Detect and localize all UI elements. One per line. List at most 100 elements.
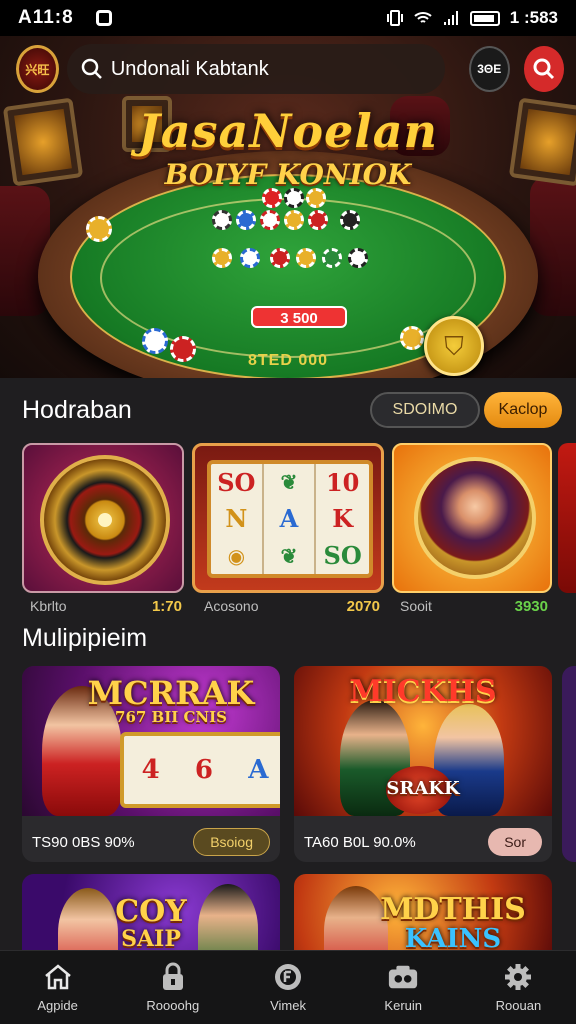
status-indicators: 1 :583 bbox=[386, 8, 558, 28]
card-value: 2070 bbox=[346, 598, 380, 615]
section-title-popular: Hodraban bbox=[22, 396, 132, 424]
chip-icon bbox=[236, 210, 256, 230]
card-meta: Acosono 2070 bbox=[204, 598, 380, 615]
game-card-slots[interactable]: SO ❦ 10 N A K ◉ ❦ SO bbox=[192, 443, 384, 593]
status-time: A11:8 bbox=[18, 7, 74, 28]
slot-reels: 46A bbox=[120, 732, 280, 808]
multiplayer-card[interactable]: MICKHS SRAKK TA60 B0L 90.0% Sor bbox=[294, 666, 552, 862]
card-title: MICKHS bbox=[349, 674, 497, 709]
slot-symbol: 10 bbox=[325, 467, 360, 497]
chip-icon bbox=[348, 248, 368, 268]
search-button[interactable] bbox=[523, 46, 564, 92]
slot-symbol: SO bbox=[211, 464, 264, 501]
app-screen: A11:8 1 :583 JasaNoelan BOIYF KONIOK 3 5… bbox=[0, 0, 576, 1024]
search-icon bbox=[533, 58, 554, 80]
game-card-fortune[interactable] bbox=[392, 443, 552, 593]
chip-icon bbox=[284, 188, 304, 208]
card-value: 1:70 bbox=[151, 598, 182, 615]
game-card-roulette[interactable] bbox=[22, 443, 184, 593]
notification-icon bbox=[95, 10, 112, 26]
card-meta: Kbrlto 1:70 bbox=[30, 598, 182, 615]
play-button[interactable]: Bsoiog bbox=[193, 828, 270, 856]
chip-icon bbox=[340, 210, 360, 230]
chip-icon bbox=[142, 328, 168, 354]
card-name: Acosono bbox=[204, 598, 259, 614]
game-card-partial[interactable] bbox=[558, 443, 576, 593]
top-bar: 兴旺 3ΘE bbox=[16, 42, 564, 96]
chip-icon bbox=[400, 326, 424, 350]
slot-symbol: ◉ bbox=[211, 537, 264, 574]
card-value: 3930 bbox=[514, 598, 548, 615]
poker-chip-icon bbox=[272, 962, 304, 992]
play-button[interactable]: Sor bbox=[488, 828, 542, 856]
battery-icon bbox=[469, 10, 500, 26]
card-subtitle: SRAKK bbox=[386, 778, 460, 799]
pot-label: 8TED 000 bbox=[247, 352, 329, 369]
nav-item-settings[interactable]: Roouan bbox=[461, 951, 576, 1024]
character-portrait bbox=[414, 457, 536, 579]
chip-icon bbox=[260, 210, 280, 230]
nav-label: Agpide bbox=[37, 998, 78, 1013]
card-title: MDTHIS bbox=[380, 892, 526, 927]
badge-button[interactable]: 3ΘE bbox=[468, 46, 510, 92]
chip-icon bbox=[322, 248, 342, 268]
chip-icon bbox=[308, 210, 328, 230]
bottom-nav: Agpide Roooohg Vimek Keruin Roouan bbox=[0, 950, 576, 1024]
slot-symbol: K bbox=[332, 504, 354, 534]
card-footer: TS90 0BS 90% Bsoiog bbox=[22, 822, 280, 862]
nav-item-chip[interactable]: Vimek bbox=[230, 951, 345, 1024]
search-input[interactable] bbox=[110, 57, 431, 81]
chip-icon bbox=[212, 248, 232, 268]
filter-pill[interactable]: SDOIMO bbox=[370, 392, 480, 428]
nav-item-wallet[interactable]: Keruin bbox=[346, 951, 461, 1024]
card-artwork: 46A MCRRAK 767 BII CNIS bbox=[22, 666, 280, 816]
card-subtitle: SAIP bbox=[121, 926, 181, 952]
shield-coin-icon[interactable] bbox=[424, 316, 484, 376]
search-bar[interactable] bbox=[66, 44, 445, 94]
status-clock: 1 :583 bbox=[509, 8, 558, 27]
home-icon bbox=[42, 962, 74, 992]
roulette-wheel-icon bbox=[40, 455, 170, 585]
filter-pills: SDOIMO Kaclop bbox=[370, 392, 562, 428]
nav-label: Vimek bbox=[270, 998, 306, 1013]
section-title-multiplayer: Mulipipieim bbox=[22, 624, 148, 652]
card-name: Kbrlto bbox=[30, 598, 67, 614]
chip-icon bbox=[284, 210, 304, 230]
card-meta: Sooit 3930 bbox=[400, 598, 548, 615]
chip-icon bbox=[240, 248, 260, 268]
nav-label: Roouan bbox=[495, 998, 542, 1013]
hero-title: JasaNoelan bbox=[138, 104, 438, 158]
chip-icon bbox=[86, 216, 112, 242]
card-odds: TA60 B0L 90.0% bbox=[304, 833, 416, 851]
chip-icon bbox=[212, 210, 232, 230]
nav-label: Keruin bbox=[384, 998, 422, 1013]
card-artwork: MICKHS SRAKK bbox=[294, 666, 552, 816]
slot-reels: SO ❦ 10 N A K ◉ ❦ SO bbox=[207, 460, 373, 578]
nav-item-home[interactable]: Agpide bbox=[0, 951, 115, 1024]
logo-text: 兴旺 bbox=[25, 62, 50, 77]
chip-icon bbox=[296, 248, 316, 268]
wallet-icon bbox=[387, 962, 419, 992]
card-footer: TA60 B0L 90.0% Sor bbox=[294, 822, 552, 862]
card-subtitle: 767 BII CNIS bbox=[115, 708, 227, 726]
app-logo[interactable]: 兴旺 bbox=[16, 45, 59, 93]
hero-subtitle: BOIYF KONIOK bbox=[164, 158, 412, 191]
slot-symbol: N bbox=[211, 500, 264, 538]
chip-icon bbox=[262, 188, 282, 208]
bet-label: 3 500 bbox=[251, 306, 347, 328]
search-icon bbox=[81, 58, 102, 79]
multiplayer-card-partial[interactable] bbox=[562, 666, 576, 862]
nav-label: Roooohg bbox=[146, 998, 200, 1013]
slot-symbol: ❦ bbox=[264, 537, 317, 574]
card-odds: TS90 0BS 90% bbox=[32, 833, 135, 851]
nav-item-lock[interactable]: Roooohg bbox=[115, 951, 230, 1024]
slot-symbol: SO bbox=[323, 541, 362, 571]
card-title: COY bbox=[115, 894, 187, 929]
lock-icon bbox=[157, 962, 189, 992]
filter-pill-active[interactable]: Kaclop bbox=[484, 392, 562, 428]
card-title: MCRRAK bbox=[87, 674, 255, 712]
multiplayer-card[interactable]: 46A MCRRAK 767 BII CNIS TS90 0BS 90% Bso… bbox=[22, 666, 280, 862]
card-name: Sooit bbox=[400, 598, 432, 614]
slot-symbol: A bbox=[264, 500, 317, 538]
vibrate-icon bbox=[386, 10, 403, 26]
